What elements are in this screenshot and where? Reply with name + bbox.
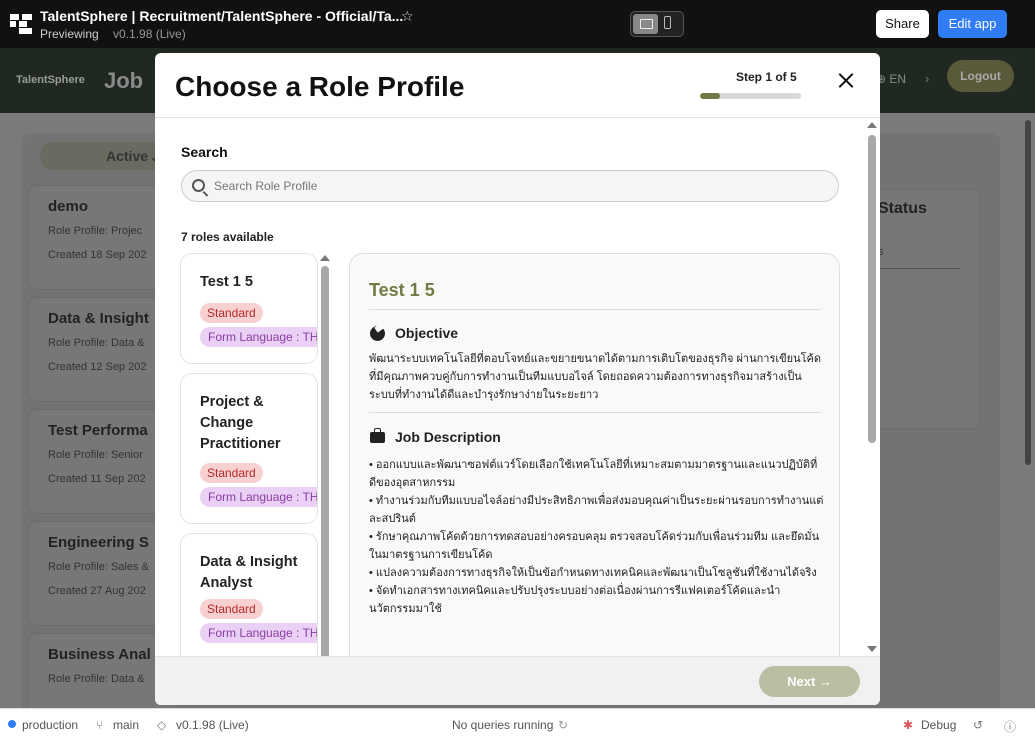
modal-scrollbar[interactable] <box>868 135 876 443</box>
job-card-role: Role Profile: Sales & <box>48 561 149 573</box>
briefcase-icon <box>370 428 385 443</box>
step-progress-fill <box>700 93 721 99</box>
role-card-data-insight[interactable]: Data & Insight Analyst Standard Form Lan… <box>180 533 318 656</box>
list-item: • ออกแบบและพัฒนาซอฟต์แวร์โดยเลือกใช้เทคโ… <box>369 459 818 489</box>
objective-icon <box>370 326 385 341</box>
job-description-heading: Job Description <box>395 429 501 445</box>
job-card-created: Created 12 Sep 202 <box>48 361 147 373</box>
debug-button[interactable]: Debug <box>921 718 956 732</box>
tag-icon: ◇ <box>157 718 167 732</box>
divider <box>870 268 960 269</box>
app-scrollbar[interactable] <box>1025 120 1031 465</box>
role-card-test-1-5[interactable]: Test 1 5 Standard Form Language : TH <box>180 253 318 364</box>
debug-icon: ✱ <box>903 718 914 732</box>
role-name: Test 1 5 <box>200 274 253 290</box>
modal-footer: Next → <box>155 656 880 705</box>
job-card-title: Engineering S <box>48 534 149 551</box>
help-icon[interactable]: ⓘ <box>1004 718 1016 735</box>
environment-dot-icon <box>8 720 16 728</box>
next-button[interactable]: Next → <box>759 666 860 697</box>
queries-status: No queries running <box>452 718 554 732</box>
language-label: EN <box>889 72 907 86</box>
standard-badge: Standard <box>200 463 263 483</box>
job-card-role: Role Profile: Projec <box>48 225 143 237</box>
objective-heading: Objective <box>395 325 459 341</box>
job-card-title: Test Performa <box>48 422 148 439</box>
mobile-icon[interactable] <box>664 16 671 29</box>
chevron-right-icon: › <box>925 71 930 86</box>
role-list: Test 1 5 Standard Form Language : TH Pro… <box>180 253 320 656</box>
logout-button[interactable]: Logout <box>947 60 1014 92</box>
search-input[interactable] <box>214 171 814 201</box>
previewing-label: Previewing <box>40 27 99 41</box>
talentsphere-logo: TalentSphere <box>16 74 85 86</box>
history-icon[interactable]: ↺ <box>973 718 983 732</box>
form-language-badge: Form Language : TH <box>200 487 317 507</box>
bottom-status-bar: production ⑂ main ◇ v0.1.98 (Live) No qu… <box>0 708 1035 738</box>
divider <box>369 309 821 310</box>
job-card-role: Role Profile: Senior <box>48 449 143 461</box>
list-item: • จัดทำเอกสารทางเทคนิคและปรับปรุงระบบอย่… <box>369 585 781 615</box>
job-card-created: Created 27 Aug 202 <box>48 585 146 597</box>
job-card-title: demo <box>48 198 89 215</box>
list-item: • ทำงานร่วมกับทีมแบบอไจล์อย่างมีประสิทธิ… <box>369 495 824 525</box>
standard-badge: Standard <box>200 599 263 619</box>
search-label: Search <box>181 144 228 160</box>
version-label[interactable]: v0.1.98 (Live) <box>176 718 249 732</box>
branch-label[interactable]: main <box>113 718 139 732</box>
tab-active-jobs[interactable]: Active J <box>40 142 170 170</box>
role-list-scroll-up[interactable] <box>320 255 330 261</box>
modal-scroll-down[interactable] <box>867 646 877 652</box>
desktop-icon[interactable] <box>633 14 658 34</box>
role-detail-title: Test 1 5 <box>369 280 435 300</box>
job-card-title: Business Anal <box>48 646 151 663</box>
role-name: Project & Change Practitioner <box>200 394 281 452</box>
search-field <box>181 170 839 202</box>
environment-label[interactable]: production <box>22 718 78 732</box>
modal-title: Choose a Role Profile <box>175 71 465 102</box>
role-card-project-change[interactable]: Project & Change Practitioner Standard F… <box>180 373 318 524</box>
language-selector[interactable]: ⊕ EN <box>876 72 906 86</box>
status-panel <box>870 189 980 429</box>
edit-app-button[interactable]: Edit app <box>938 10 1007 38</box>
device-toggle <box>630 11 684 37</box>
roles-count: 7 roles available <box>181 230 274 244</box>
objective-text: พัฒนาระบบเทคโนโลยีที่ตอบโจทย์และขยายขนาด… <box>369 353 822 401</box>
star-icon[interactable]: ☆ <box>401 8 414 25</box>
job-card-created: Created 11 Sep 202 <box>48 473 146 485</box>
standard-badge: Standard <box>200 303 263 323</box>
job-card-role: Role Profile: Data & <box>48 337 145 349</box>
role-list-scrollbar[interactable] <box>321 266 329 656</box>
modal-scroll-up[interactable] <box>867 122 877 128</box>
job-card-title: Data & Insight <box>48 310 149 327</box>
list-item: • แปลงความต้องการทางธุรกิจให้เป็นข้อกำหน… <box>369 567 817 579</box>
status-title: Status <box>878 200 927 217</box>
role-detail-card: Test 1 5 Objective พัฒนาระบบเทคโนโลยีที่… <box>349 253 840 656</box>
version-label: v0.1.98 (Live) <box>113 27 186 41</box>
choose-role-profile-modal: Choose a Role Profile Step 1 of 5 Search… <box>155 53 880 705</box>
step-indicator: Step 1 of 5 <box>736 70 797 84</box>
form-language-badge: Form Language : TH <box>200 327 317 347</box>
step-progress-bar <box>700 93 801 99</box>
top-bar: TalentSphere | Recruitment/TalentSphere … <box>0 0 1035 48</box>
app-heading: Job <box>104 68 144 93</box>
form-language-badge: Form Language : TH <box>200 623 317 643</box>
close-icon[interactable] <box>835 70 857 92</box>
refresh-icon[interactable]: ↻ <box>558 718 568 732</box>
list-item: • รักษาคุณภาพโค้ดด้วยการทดสอบอย่างครอบคล… <box>369 531 820 561</box>
job-card-role: Role Profile: Data & <box>48 673 145 685</box>
divider <box>369 412 821 413</box>
branch-icon: ⑂ <box>96 718 104 732</box>
job-card-created: Created 18 Sep 202 <box>48 249 147 261</box>
role-name: Data & Insight Analyst <box>200 554 298 591</box>
job-description-list: • ออกแบบและพัฒนาซอฟต์แวร์โดยเลือกใช้เทคโ… <box>369 456 824 618</box>
app-logo-icon <box>10 14 32 34</box>
app-title: TalentSphere | Recruitment/TalentSphere … <box>40 8 404 24</box>
modal-body: Search 7 roles available Test 1 5 Standa… <box>155 118 865 656</box>
search-icon <box>192 179 205 192</box>
share-button[interactable]: Share <box>876 10 929 38</box>
